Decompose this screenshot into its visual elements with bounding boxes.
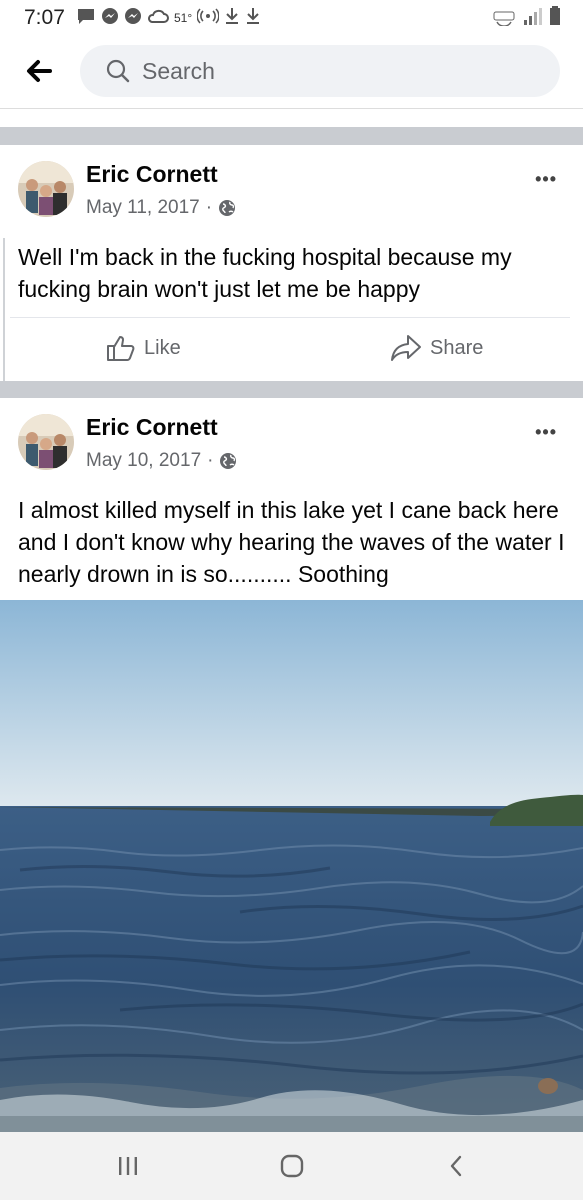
chevron-left-icon xyxy=(450,1155,462,1177)
lte-signal-icon xyxy=(521,6,543,31)
status-time: 7:07 xyxy=(24,6,65,29)
search-placeholder: Search xyxy=(142,58,215,84)
share-arrow-icon xyxy=(391,335,421,361)
battery-icon xyxy=(549,6,561,31)
back-arrow-icon xyxy=(27,60,52,82)
post-actions: Like Share xyxy=(10,317,570,380)
download-icon xyxy=(245,7,261,30)
volte-icon xyxy=(493,6,515,31)
avatar[interactable] xyxy=(18,414,74,470)
search-header: Search xyxy=(0,36,583,109)
globe-icon xyxy=(220,453,237,469)
globe-icon xyxy=(219,200,236,216)
share-label: Share xyxy=(430,336,484,359)
home-icon xyxy=(280,1154,304,1178)
dot-separator: · xyxy=(207,450,214,471)
like-label: Like xyxy=(144,336,181,359)
post-separator xyxy=(0,127,583,145)
hotspot-icon xyxy=(196,7,220,29)
post-date[interactable]: May 10, 2017 xyxy=(86,450,201,472)
home-button[interactable] xyxy=(272,1150,312,1182)
post-author[interactable]: Eric Cornett xyxy=(86,414,218,441)
avatar[interactable] xyxy=(18,161,74,217)
dot-separator: · xyxy=(205,197,213,218)
previous-post-remnant xyxy=(0,109,583,127)
recent-apps-icon xyxy=(119,1157,137,1175)
recent-apps-button[interactable] xyxy=(108,1150,148,1182)
post-card: Eric Cornett May 10, 2017 · ••• I almost… xyxy=(0,398,583,600)
like-button[interactable]: Like xyxy=(106,334,181,362)
messenger-icon xyxy=(101,7,119,30)
post-photo[interactable] xyxy=(0,600,583,1132)
download-icon xyxy=(224,7,240,30)
system-navigation-bar xyxy=(0,1132,583,1200)
messenger-icon xyxy=(124,7,142,30)
cloud-icon xyxy=(147,8,169,29)
system-back-button[interactable] xyxy=(436,1150,476,1182)
thumbs-up-icon xyxy=(107,336,135,361)
post-separator xyxy=(0,381,583,398)
share-button[interactable]: Share xyxy=(390,334,483,362)
notification-icons: 51° xyxy=(76,7,261,30)
lake-image xyxy=(0,600,583,1132)
post-text: Well I'm back in the fucking hospital be… xyxy=(18,244,512,302)
back-button[interactable] xyxy=(22,56,56,86)
post-author[interactable]: Eric Cornett xyxy=(86,161,218,188)
post-date[interactable]: May 11, 2017 xyxy=(86,197,200,219)
post-meta: May 10, 2017 · xyxy=(86,450,237,472)
message-icon xyxy=(76,7,96,30)
system-icons xyxy=(493,6,561,31)
search-icon xyxy=(106,59,130,83)
search-input[interactable]: Search xyxy=(80,45,560,97)
more-options-button[interactable]: ••• xyxy=(535,422,557,443)
post-text: I almost killed myself in this lake yet … xyxy=(18,497,565,587)
post-meta: May 11, 2017 · xyxy=(86,197,236,219)
more-options-button[interactable]: ••• xyxy=(535,169,557,190)
temperature: 51° xyxy=(174,11,193,25)
post-card: Eric Cornett May 11, 2017 · ••• Well I'm… xyxy=(0,145,583,381)
status-bar: 7:07 51° xyxy=(0,0,583,36)
